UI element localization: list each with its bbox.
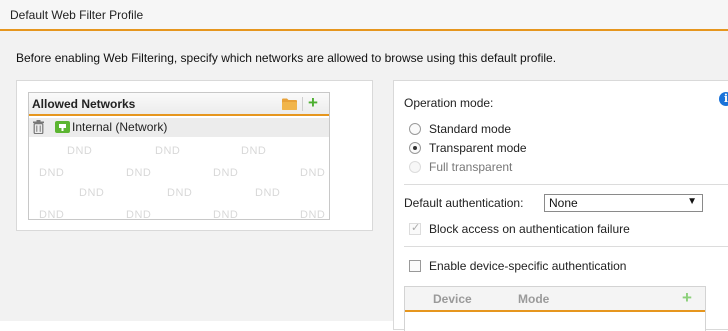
trash-icon[interactable] bbox=[33, 120, 44, 134]
network-icon bbox=[55, 121, 70, 133]
dnd-placeholder: DND bbox=[167, 187, 193, 199]
operation-mode-label: Operation mode: bbox=[404, 96, 494, 110]
default-authentication-value: None bbox=[549, 196, 578, 210]
dnd-placeholder: DND bbox=[213, 167, 239, 179]
allowed-networks-box[interactable]: Allowed Networks + Internal (Network) DN… bbox=[28, 92, 330, 220]
dnd-placeholder: DND bbox=[39, 167, 65, 179]
allowed-networks-title: Allowed Networks bbox=[32, 97, 136, 111]
transparent-mode-radio[interactable] bbox=[409, 142, 421, 154]
window-title: Default Web Filter Profile bbox=[10, 8, 144, 22]
folder-icon[interactable] bbox=[282, 98, 297, 110]
device-auth-checkbox[interactable] bbox=[409, 260, 421, 272]
full-transparent-radio[interactable] bbox=[409, 161, 421, 173]
dnd-placeholder: DND bbox=[126, 167, 152, 179]
list-item[interactable]: Internal (Network) bbox=[29, 118, 329, 137]
allowed-networks-panel: Allowed Networks + Internal (Network) DN… bbox=[16, 80, 373, 231]
network-label: Internal (Network) bbox=[72, 120, 168, 134]
column-header-mode[interactable]: Mode bbox=[518, 292, 549, 306]
block-access-label: Block access on authentication failure bbox=[429, 222, 630, 236]
settings-panel: Operation mode: i Standard mode Transpar… bbox=[393, 80, 728, 331]
dnd-placeholder: DND bbox=[300, 209, 326, 220]
plus-icon[interactable]: + bbox=[682, 289, 692, 306]
column-header-device[interactable]: Device bbox=[433, 292, 472, 306]
dnd-placeholder: DND bbox=[300, 167, 326, 179]
plus-icon[interactable]: + bbox=[308, 94, 322, 111]
transparent-mode-label[interactable]: Transparent mode bbox=[429, 141, 527, 155]
default-authentication-select[interactable]: None ▼ bbox=[544, 194, 703, 212]
checkmark-icon: ✓ bbox=[411, 222, 421, 234]
full-transparent-label: Full transparent bbox=[429, 160, 513, 174]
block-access-checkbox[interactable]: ✓ bbox=[409, 222, 421, 235]
dnd-placeholder: DND bbox=[155, 145, 181, 157]
dnd-placeholder: DND bbox=[255, 187, 281, 199]
main-content: Before enabling Web Filtering, specify w… bbox=[0, 31, 728, 331]
dnd-placeholder: DND bbox=[241, 145, 267, 157]
dnd-placeholder: DND bbox=[213, 209, 239, 220]
section-divider bbox=[404, 184, 728, 185]
section-divider bbox=[404, 246, 728, 247]
device-auth-label[interactable]: Enable device-specific authentication bbox=[429, 259, 626, 273]
device-table: Device Mode + bbox=[404, 286, 706, 331]
allowed-networks-header: Allowed Networks + bbox=[29, 93, 329, 116]
chevron-down-icon: ▼ bbox=[687, 196, 697, 207]
window-titlebar: Default Web Filter Profile bbox=[0, 0, 728, 31]
info-icon[interactable]: i bbox=[719, 92, 728, 106]
dnd-placeholder: DND bbox=[79, 187, 105, 199]
dnd-placeholder: DND bbox=[39, 209, 65, 220]
default-authentication-label: Default authentication: bbox=[404, 196, 524, 210]
dnd-placeholder: DND bbox=[126, 209, 152, 220]
header-separator bbox=[302, 97, 303, 111]
dnd-placeholder: DND bbox=[67, 145, 93, 157]
intro-text: Before enabling Web Filtering, specify w… bbox=[16, 51, 557, 65]
standard-mode-radio[interactable] bbox=[409, 123, 421, 135]
device-table-header: Device Mode + bbox=[405, 287, 705, 312]
standard-mode-label[interactable]: Standard mode bbox=[429, 122, 511, 136]
